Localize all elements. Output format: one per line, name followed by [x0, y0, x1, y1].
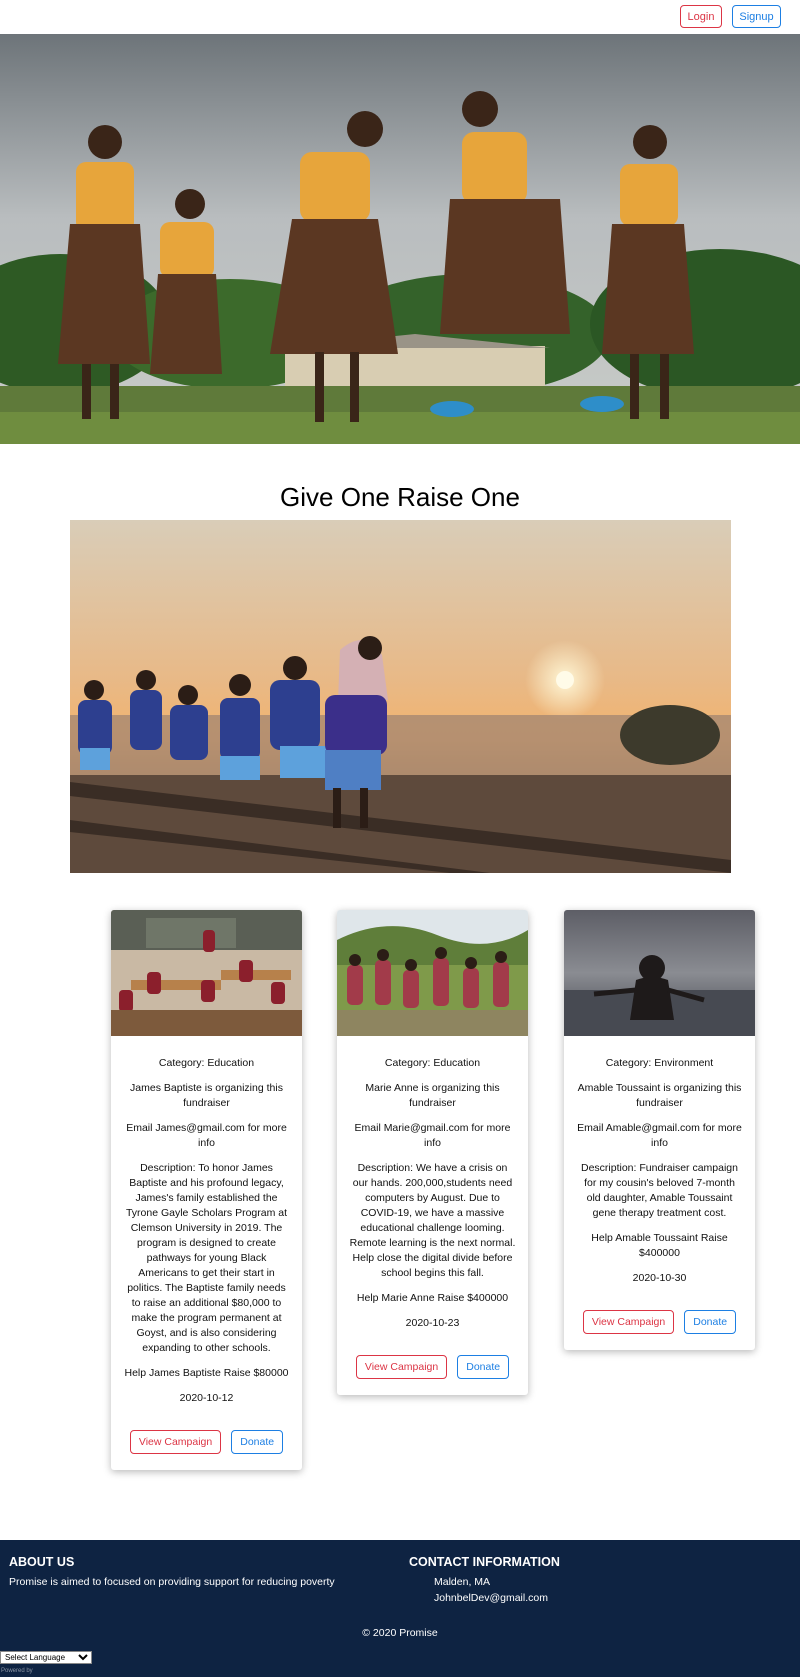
- about-title: ABOUT US: [9, 1555, 75, 1569]
- campaign-image: [337, 910, 528, 1036]
- contact-title: CONTACT INFORMATION: [409, 1555, 560, 1569]
- login-button[interactable]: Login: [680, 5, 722, 28]
- donate-button[interactable]: Donate: [231, 1430, 284, 1454]
- hero-image: [0, 34, 800, 444]
- campaign-email: Email James@gmail.com for more info: [126, 1122, 287, 1149]
- campaign-goal: Help James Baptiste Raise $80000: [124, 1367, 289, 1379]
- campaign-goal: Help Marie Anne Raise $400000: [356, 1292, 509, 1304]
- signup-button[interactable]: Signup: [732, 5, 781, 28]
- campaign-card: Category: Environment Amable Toussaint i…: [564, 910, 755, 1350]
- campaign-organizer: Marie Anne is organizing this fundraiser: [365, 1082, 500, 1109]
- campaign-card: Category: Education Marie Anne is organi…: [337, 910, 528, 1395]
- contact-email: JohnbelDev@gmail.com: [434, 1592, 548, 1604]
- contact-location: Malden, MA: [434, 1576, 491, 1588]
- campaign-date: 2020-10-30: [632, 1272, 687, 1284]
- donate-button[interactable]: Donate: [457, 1355, 510, 1379]
- copyright: © 2020 Promise: [362, 1627, 438, 1639]
- page-title: Give One Raise One: [280, 482, 520, 512]
- powered-by-text: Powered by: [1, 1668, 33, 1674]
- view-campaign-button[interactable]: View Campaign: [129, 1430, 222, 1454]
- campaign-organizer: James Baptiste is organizing this fundra…: [130, 1082, 283, 1109]
- campaign-image: [111, 910, 302, 1036]
- about-text: Promise is aimed to focused on providing…: [9, 1576, 335, 1588]
- top-navbar: Login Signup: [0, 0, 800, 34]
- campaign-category: Category: Education: [158, 1057, 255, 1069]
- campaign-category: Category: Education: [384, 1057, 481, 1069]
- campaign-date: 2020-10-12: [179, 1392, 234, 1404]
- donate-button[interactable]: Donate: [684, 1310, 737, 1334]
- feature-image: [70, 520, 731, 873]
- campaign-description: Description: To honor James Baptiste and…: [125, 1162, 288, 1354]
- view-campaign-button[interactable]: View Campaign: [355, 1355, 448, 1379]
- campaign-email: Email Marie@gmail.com for more info: [354, 1122, 511, 1149]
- campaign-description: Description: We have a crisis on our han…: [349, 1162, 516, 1279]
- campaign-category: Category: Environment: [605, 1057, 714, 1069]
- campaign-description: Description: Fundraiser campaign for my …: [581, 1162, 738, 1219]
- footer: ABOUT US Promise is aimed to focused on …: [0, 1540, 800, 1677]
- campaign-goal: Help Amable Toussaint Raise $400000: [591, 1232, 728, 1259]
- campaign-email: Email Amable@gmail.com for more info: [577, 1122, 742, 1149]
- campaign-image: [564, 910, 755, 1036]
- language-select[interactable]: Select Language: [0, 1651, 92, 1664]
- campaign-card: Category: Education James Baptiste is or…: [111, 910, 302, 1470]
- campaign-organizer: Amable Toussaint is organizing this fund…: [577, 1082, 742, 1109]
- view-campaign-button[interactable]: View Campaign: [582, 1310, 675, 1334]
- campaign-date: 2020-10-23: [405, 1317, 460, 1329]
